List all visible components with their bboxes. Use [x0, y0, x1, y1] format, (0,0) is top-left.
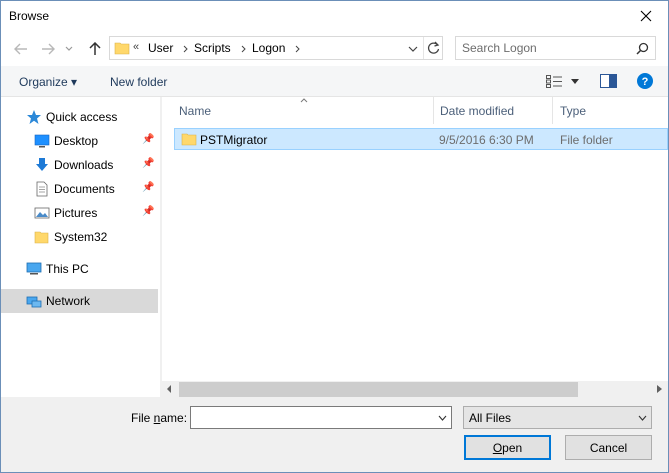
window-title: Browse — [9, 9, 50, 23]
sidebar-item-pictures[interactable]: Pictures 📌 — [1, 201, 158, 225]
file-name-input[interactable] — [195, 410, 425, 425]
column-header-label: Date modified — [440, 104, 515, 118]
column-header-name[interactable]: Name — [162, 97, 433, 124]
sidebar-item-label: Network — [46, 294, 91, 308]
chevron-down-icon — [638, 415, 647, 421]
address-dropdown-icon[interactable] — [408, 46, 418, 52]
breadcrumb-logon[interactable]: Logon — [252, 41, 285, 55]
folder-icon — [181, 133, 197, 146]
pictures-icon — [34, 207, 50, 219]
pin-icon: 📌 — [142, 182, 155, 193]
sidebar-item-label: Desktop — [54, 134, 99, 148]
address-bar[interactable]: « User Scripts Logon — [109, 36, 443, 60]
up-button[interactable] — [86, 40, 104, 58]
close-icon — [640, 10, 651, 22]
forward-button[interactable] — [39, 40, 57, 58]
folder-icon — [34, 231, 49, 244]
file-type: File folder — [560, 133, 613, 147]
title-bar: Browse — [1, 1, 668, 31]
column-header-type[interactable]: Type — [553, 97, 668, 124]
navigation-pane: Quick access Desktop 📌 Downloads 📌 Docum… — [1, 97, 160, 397]
label-part: pen — [502, 440, 523, 455]
help-icon[interactable]: ? — [637, 73, 653, 89]
horizontal-scrollbar[interactable] — [162, 381, 668, 398]
label-part: ame: — [160, 411, 188, 425]
cancel-button[interactable]: Cancel — [565, 435, 652, 460]
breadcrumb-overflow[interactable]: « — [133, 41, 139, 53]
sidebar-item-quick-access[interactable]: Quick access — [1, 105, 158, 129]
file-name-combobox[interactable] — [190, 406, 452, 429]
pin-icon: 📌 — [142, 134, 155, 145]
pin-icon: 📌 — [142, 206, 155, 217]
sidebar-item-label: This PC — [46, 262, 89, 276]
close-button[interactable] — [623, 1, 668, 31]
search-input[interactable] — [462, 40, 632, 56]
recent-locations-button[interactable] — [63, 40, 75, 58]
command-toolbar: Organize ▾ New folder ? — [1, 66, 668, 97]
file-list: Name Date modified Type PSTMigrator 9/5/… — [162, 97, 668, 381]
scrollbar-thumb[interactable] — [179, 382, 578, 397]
chevron-down-icon — [65, 46, 73, 51]
open-button[interactable]: Open — [464, 435, 551, 460]
documents-icon — [36, 181, 48, 197]
sidebar-item-this-pc[interactable]: This PC — [1, 257, 158, 281]
search-box[interactable] — [455, 36, 656, 60]
computer-icon — [26, 262, 42, 275]
open-label: Open — [493, 441, 522, 455]
refresh-icon[interactable] — [427, 41, 440, 55]
divider — [423, 37, 424, 59]
folder-icon — [114, 42, 130, 55]
file-row[interactable]: PSTMigrator 9/5/2016 6:30 PM File folder — [174, 128, 668, 150]
search-icon[interactable] — [636, 42, 649, 55]
scroll-right-icon[interactable] — [657, 385, 662, 393]
breadcrumb-scripts[interactable]: Scripts — [194, 41, 231, 55]
file-type-select[interactable]: All Files — [463, 406, 652, 429]
back-arrow-icon — [14, 43, 27, 55]
desktop-icon — [34, 134, 50, 148]
new-folder-button[interactable]: New folder — [110, 75, 167, 89]
chevron-down-icon[interactable] — [438, 415, 447, 421]
view-details-icon[interactable] — [546, 75, 562, 88]
file-type-value: All Files — [469, 411, 512, 425]
breadcrumb-separator-icon[interactable] — [241, 45, 246, 53]
column-header-date[interactable]: Date modified — [434, 97, 552, 124]
sidebar-item-label: Quick access — [46, 110, 118, 124]
forward-arrow-icon — [42, 43, 55, 55]
label-accelerator: O — [492, 440, 503, 455]
sidebar-item-label: Downloads — [54, 158, 114, 172]
sidebar-item-label: System32 — [54, 230, 108, 244]
downloads-icon — [36, 158, 48, 171]
label-part: File — [131, 411, 154, 425]
sidebar-item-desktop[interactable]: Desktop 📌 — [1, 129, 158, 153]
column-header-label: Name — [179, 104, 212, 118]
file-name: PSTMigrator — [200, 133, 268, 147]
breadcrumb-separator-icon[interactable] — [183, 45, 188, 53]
star-icon — [27, 110, 41, 124]
svg-text:?: ? — [642, 76, 649, 88]
view-options-dropdown-icon[interactable] — [571, 79, 579, 84]
file-date: 9/5/2016 6:30 PM — [439, 133, 534, 147]
sidebar-item-label: Documents — [54, 182, 115, 196]
file-name-label: File name: — [131, 411, 187, 425]
dialog-footer: File name: All Files Open Cancel — [1, 398, 668, 472]
navigation-bar: « User Scripts Logon — [1, 31, 668, 66]
sidebar-item-label: Pictures — [54, 206, 98, 220]
sidebar-item-downloads[interactable]: Downloads 📌 — [1, 153, 158, 177]
network-icon — [26, 296, 42, 308]
organize-button[interactable]: Organize ▾ — [19, 75, 77, 89]
sidebar-item-documents[interactable]: Documents 📌 — [1, 177, 158, 201]
preview-pane-icon[interactable] — [600, 74, 617, 88]
sidebar-item-system32[interactable]: System32 — [1, 225, 158, 249]
scroll-left-icon[interactable] — [167, 385, 172, 393]
back-button[interactable] — [12, 40, 30, 58]
breadcrumb-user[interactable]: User — [148, 41, 173, 55]
pin-icon: 📌 — [142, 158, 155, 169]
breadcrumb-separator-icon[interactable] — [295, 45, 300, 53]
column-header-label: Type — [560, 104, 587, 118]
browse-dialog: Browse « User Scripts Logon Search Logon… — [0, 0, 669, 473]
sidebar-item-network[interactable]: Network — [1, 289, 158, 313]
up-arrow-icon — [89, 42, 101, 55]
